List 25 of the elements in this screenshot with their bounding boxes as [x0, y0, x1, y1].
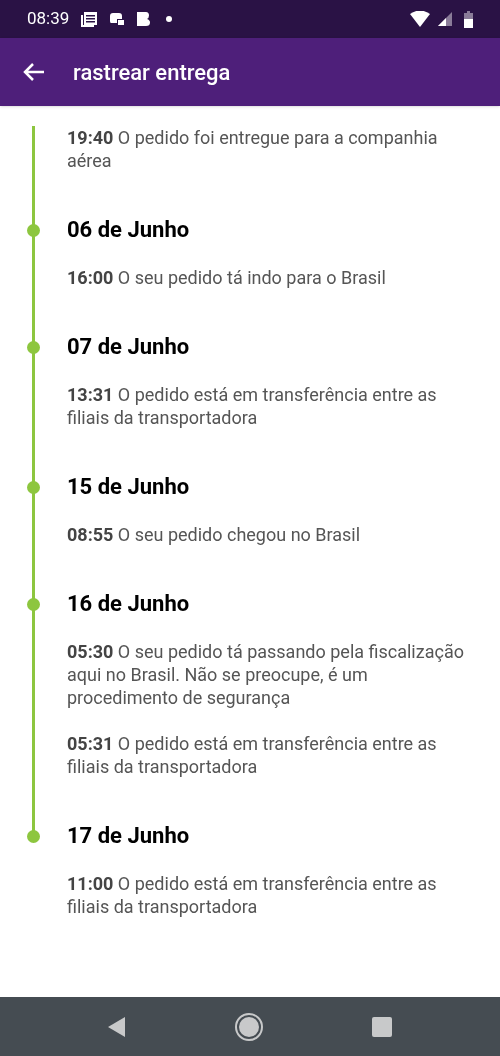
- recents-icon[interactable]: [372, 1016, 392, 1037]
- event-text: 13:31 O pedido está em transferência entre as filiais da transportadora: [67, 383, 438, 429]
- event-text: 05:30 O seu pedido tá passando pela fiscalização aqui no Brasil. Não se preocupe, é um procedimento de segurança: [67, 640, 465, 709]
- gamepad-icon: [109, 13, 126, 25]
- signal-icon: [438, 12, 452, 26]
- back-arrow-icon[interactable]: [23, 62, 45, 82]
- battery-icon: [464, 10, 473, 28]
- wifi-icon: [410, 11, 430, 27]
- date-heading: 06 de Junho: [67, 216, 191, 244]
- event-text: 11:00 O pedido está em transferência entre as filiais da transportadora: [67, 872, 438, 918]
- app-icon: [137, 12, 151, 26]
- home-icon[interactable]: [234, 1011, 264, 1042]
- status-time: 08:39: [27, 7, 70, 31]
- date-heading: 07 de Junho: [67, 333, 191, 361]
- dot-icon: [166, 16, 173, 22]
- date-heading: 16 de Junho: [67, 590, 191, 618]
- date-heading: 17 de Junho: [67, 822, 191, 850]
- news-icon: [81, 11, 98, 27]
- date-heading: 15 de Junho: [67, 473, 191, 501]
- event-text: 05:31 O pedido está em transferência entre as filiais da transportadora: [67, 732, 438, 778]
- back-icon[interactable]: [108, 1016, 126, 1037]
- event-text: 16:00 O seu pedido tá indo para o Brasil: [67, 266, 387, 289]
- event-text: 08:55 O seu pedido chegou no Brasil: [67, 523, 362, 546]
- screen-title: rastrear entrega: [73, 58, 231, 87]
- event-text: 19:40 O pedido foi entregue para a companhia aérea: [67, 126, 439, 172]
